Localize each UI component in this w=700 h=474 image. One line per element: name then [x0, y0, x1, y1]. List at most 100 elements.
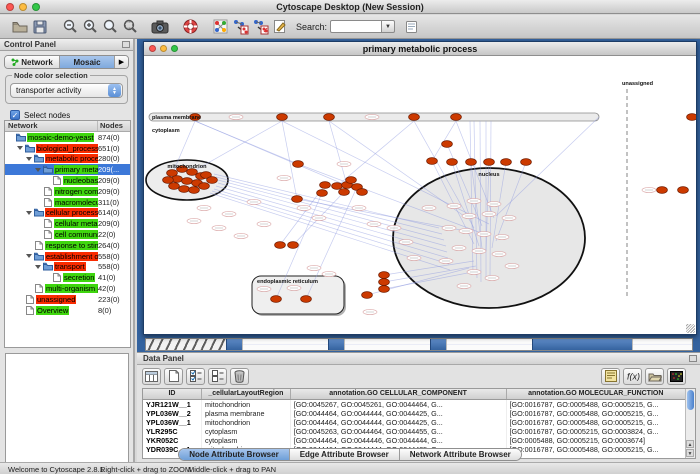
table-cell[interactable]: [GO:0016787, GO:0005215, GO:0003824, G..… [506, 427, 686, 436]
tab-network[interactable]: Network [5, 56, 60, 68]
table-cell[interactable]: [GO:0016787, GO:0005488, GO:0005215, G..… [506, 418, 686, 427]
tree-row[interactable]: biological_process651(0) [5, 143, 130, 154]
network-leaf-icon [25, 295, 35, 304]
delete-attribute-icon[interactable] [230, 368, 249, 385]
table-row[interactable]: YJR121W__1mitochondrion[GO:0045267, GO:0… [143, 399, 686, 409]
search-input[interactable] [330, 20, 382, 33]
tab-mosaic[interactable]: Mosaic [60, 56, 115, 68]
tree-row[interactable]: nitrogen compo209(0) [5, 186, 130, 197]
destroy-view-icon[interactable] [250, 18, 270, 36]
expand-arrow-icon[interactable] [35, 265, 41, 269]
table-cell[interactable]: YPL036W__1 [143, 418, 201, 427]
import-attributes-icon[interactable] [645, 368, 664, 385]
table-cell[interactable]: YKR052C [143, 436, 201, 445]
create-view-icon[interactable] [230, 18, 250, 36]
table-cell[interactable]: [GO:0044464, GO:0044444, GO:0044425, G..… [290, 409, 506, 418]
table-row[interactable]: YLR295Ccytoplasm[GO:0045263, GO:0044464,… [143, 427, 686, 436]
unselect-all-attributes-icon[interactable] [208, 368, 227, 385]
save-session-icon[interactable] [30, 18, 50, 36]
tree-row[interactable]: secretion41(0) [5, 272, 130, 283]
select-nodes-checkbox[interactable]: ✓ [10, 110, 20, 120]
node-color-dropdown[interactable]: transporter activity ▲▼ [10, 83, 123, 98]
table-cell[interactable]: [GO:0044464, GO:0044444, GO:0044425, G..… [290, 418, 506, 427]
view-resize-grip[interactable] [686, 324, 695, 333]
select-all-attributes-icon[interactable] [186, 368, 205, 385]
network-view-window[interactable]: primary metabolic process plasma membran… [143, 41, 697, 335]
scrollbar-thumb[interactable] [687, 390, 694, 410]
tiled-windows-strip[interactable] [145, 338, 693, 351]
table-cell[interactable]: mitochondrion [201, 399, 290, 409]
help-lifering-icon[interactable] [180, 18, 200, 36]
float-panel-icon[interactable] [122, 41, 130, 48]
table-cell[interactable]: cytoplasm [201, 427, 290, 436]
zoom-out-icon[interactable] [60, 18, 80, 36]
tree-row[interactable]: mosaic-demo-yeast874(0) [5, 132, 130, 143]
tree-row[interactable]: establishment of lo558(0) [5, 251, 130, 262]
annotation-icon[interactable] [270, 18, 290, 36]
tree-row[interactable]: nucleobase-209(0) [5, 175, 130, 186]
status-hint-pan: Middle-click + drag to PAN [188, 465, 276, 474]
tree-row[interactable]: multi-organism pro42(0) [5, 283, 130, 294]
tree-row[interactable]: Overview8(0) [5, 305, 130, 316]
zoom-fit-icon[interactable] [100, 18, 120, 36]
table-row[interactable]: YKR052Ccytoplasm[GO:0044464, GO:0044446,… [143, 436, 686, 445]
tree-row[interactable]: primary metabo209(... [5, 164, 130, 175]
search-config-icon[interactable] [401, 18, 421, 36]
table-cell[interactable]: [GO:0016787, GO:0005488, GO:0005215, G..… [506, 409, 686, 418]
table-column-header[interactable]: _cellularLayoutRegion [201, 389, 290, 399]
tab-edge-attribute-browser[interactable]: Edge Attribute Browser [290, 449, 400, 460]
tree-row-count: 614(0) [98, 208, 130, 217]
snapshot-camera-icon[interactable] [150, 18, 170, 36]
expand-arrow-icon[interactable] [26, 157, 32, 161]
table-cell[interactable]: [GO:0045263, GO:0044464, GO:0044455, G..… [290, 427, 506, 436]
tree-row[interactable]: transport558(0) [5, 262, 130, 273]
tab-node-attribute-browser[interactable]: Node Attribute Browser [179, 449, 290, 460]
search-dropdown-arrow-icon[interactable]: ▼ [382, 20, 395, 33]
table-column-header[interactable]: annotation.GO CELLULAR_COMPONENT [290, 389, 506, 399]
table-cell[interactable]: [GO:0016787, GO:0005488, GO:0005215, G..… [506, 399, 686, 409]
expand-arrow-icon[interactable] [26, 254, 32, 258]
table-column-header[interactable]: ID [143, 389, 201, 399]
table-cell[interactable]: [GO:0045267, GO:0045261, GO:0044464, G..… [290, 399, 506, 409]
tree-row[interactable]: response to stimulu264(0) [5, 240, 130, 251]
table-cell[interactable]: [GO:0044464, GO:0044446, GO:0044444, G..… [290, 436, 506, 445]
tree-row[interactable]: macromolecule311(0) [5, 197, 130, 208]
table-cell[interactable]: YJR121W__1 [143, 399, 201, 409]
zoom-in-icon[interactable] [80, 18, 100, 36]
table-column-header[interactable]: annotation.GO MOLECULAR_FUNCTION [506, 389, 686, 399]
tree-row[interactable]: unassigned223(0) [5, 294, 130, 305]
table-cell[interactable]: [GO:0005488, GO:0005215, GO:0003674] [506, 436, 686, 445]
table-row[interactable]: YPL036W__2plasma membrane[GO:0044464, GO… [143, 409, 686, 418]
open-session-icon[interactable] [10, 18, 30, 36]
matrix-view-icon[interactable] [667, 368, 686, 385]
table-row[interactable]: YPL036W__1mitochondrion[GO:0044464, GO:0… [143, 418, 686, 427]
formula-builder-icon[interactable]: f(x) [623, 368, 642, 385]
zoom-selected-icon[interactable] [120, 18, 140, 36]
network-tab-icon [11, 58, 19, 66]
network-overview-icon[interactable] [210, 18, 230, 36]
attribute-table[interactable]: ID_cellularLayoutRegionannotation.GO CEL… [143, 389, 686, 454]
tree-row-count: 22(0) [98, 230, 130, 239]
tab-network-attribute-browser[interactable]: Network Attribute Browser [400, 449, 521, 460]
table-cell[interactable]: plasma membrane [201, 409, 290, 418]
new-attribute-icon[interactable] [164, 368, 183, 385]
tree-row[interactable]: cell communicat22(0) [5, 229, 130, 240]
attribute-select-icon[interactable] [142, 368, 161, 385]
expand-arrow-icon[interactable] [35, 168, 41, 172]
tree-row[interactable]: cellular process614(0) [5, 208, 130, 219]
expand-arrow-icon[interactable] [26, 211, 32, 215]
tree-row[interactable]: metabolic process280(0) [5, 154, 130, 165]
table-cell[interactable]: YLR295C [143, 427, 201, 436]
tabs-overflow-arrow-icon[interactable]: ▶ [115, 56, 128, 68]
network-view-titlebar[interactable]: primary metabolic process [144, 42, 696, 56]
table-cell[interactable]: cytoplasm [201, 436, 290, 445]
table-cell[interactable]: mitochondrion [201, 418, 290, 427]
tree-row[interactable]: cellular metabo209(0) [5, 218, 130, 229]
data-panel-float-icon[interactable] [689, 355, 697, 362]
window-titlebar[interactable]: Cytoscape Desktop (New Session) [0, 0, 700, 14]
attribute-editor-icon[interactable] [601, 368, 620, 385]
network-canvas[interactable]: plasma membranecytoplasmmitochondrionnuc… [144, 56, 696, 334]
strip-window-edge [328, 339, 344, 350]
expand-arrow-icon[interactable] [17, 146, 23, 150]
table-cell[interactable]: YPL036W__2 [143, 409, 201, 418]
